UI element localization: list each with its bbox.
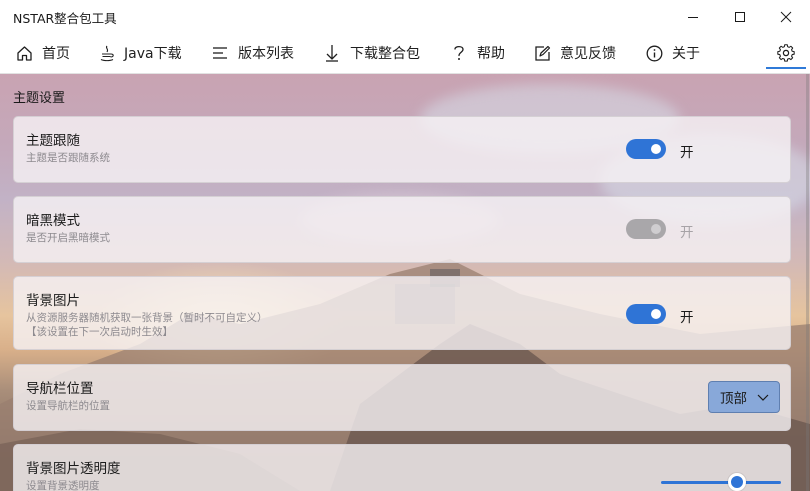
nav-item-feedback[interactable]: 意见反馈	[533, 33, 616, 73]
nav-label-help: 帮助	[477, 46, 505, 62]
nav-position-select[interactable]: 顶部	[708, 381, 780, 413]
setting-title: 背景图片	[26, 293, 80, 309]
title-bar: NSTAR整合包工具	[0, 0, 810, 33]
setting-card-dark-mode: 暗黑模式 是否开启黑暗模式 开	[13, 196, 791, 263]
chevron-down-icon	[757, 394, 769, 401]
gear-icon	[777, 44, 795, 62]
nav-label-download-modpack: 下载整合包	[350, 46, 420, 62]
setting-card-nav-position: 导航栏位置 设置导航栏的位置 顶部	[13, 364, 791, 431]
toggle-state-label: 开	[680, 310, 694, 326]
setting-description: 设置背景透明度	[26, 480, 100, 491]
setting-title: 主题跟随	[26, 133, 80, 149]
background-image-toggle[interactable]	[626, 304, 666, 324]
java-icon	[98, 44, 116, 62]
list-icon	[211, 44, 229, 62]
nav-item-home[interactable]: 首页	[15, 33, 70, 73]
setting-note: 【该设置在下一次启动时生效】	[26, 326, 173, 338]
setting-title: 导航栏位置	[26, 381, 94, 397]
nav-item-java-download[interactable]: Java下载	[98, 33, 182, 73]
dark-mode-toggle[interactable]	[626, 219, 666, 239]
info-icon	[645, 44, 663, 62]
app-window: NSTAR整合包工具 首页 Java下载 版本列表 下载整合包 帮助 意见反馈 …	[0, 0, 810, 491]
minimize-icon	[688, 16, 698, 18]
selected-value: 顶部	[720, 391, 747, 407]
nav-label-version-list: 版本列表	[238, 46, 294, 62]
nav-item-help[interactable]: 帮助	[450, 33, 505, 73]
setting-card-theme-follow: 主题跟随 主题是否跟随系统 开	[13, 116, 791, 183]
nav-item-download-modpack[interactable]: 下载整合包	[323, 33, 420, 73]
settings-page: 主题设置 主题跟随 主题是否跟随系统 开 暗黑模式 是否开启黑暗模式 开 背景图…	[0, 74, 810, 491]
setting-description: 从资源服务器随机获取一张背景（暂时不可自定义）	[26, 312, 268, 324]
nav-item-about[interactable]: 关于	[645, 33, 700, 73]
setting-card-background-image: 背景图片 从资源服务器随机获取一张背景（暂时不可自定义） 【该设置在下一次启动时…	[13, 276, 791, 350]
nav-label-java-download: Java下载	[124, 46, 182, 62]
nav-label-home: 首页	[42, 46, 70, 62]
toggle-state-label: 开	[680, 145, 694, 161]
window-title: NSTAR整合包工具	[13, 11, 117, 26]
setting-description: 主题是否跟随系统	[26, 152, 110, 164]
minimize-button[interactable]	[670, 0, 716, 33]
active-tab-indicator	[766, 67, 806, 69]
home-icon	[15, 44, 33, 62]
setting-title: 背景图片透明度	[26, 461, 121, 477]
setting-description: 是否开启黑暗模式	[26, 232, 110, 244]
feedback-icon	[533, 44, 551, 62]
nav-label-feedback: 意见反馈	[560, 46, 616, 62]
toggle-state-label: 开	[680, 225, 694, 241]
help-icon	[450, 44, 468, 62]
opacity-slider-thumb[interactable]	[727, 473, 746, 491]
nav-label-about: 关于	[672, 46, 700, 62]
close-icon	[780, 11, 792, 22]
maximize-icon	[735, 11, 745, 22]
download-icon	[323, 44, 341, 62]
setting-title: 暗黑模式	[26, 213, 80, 229]
scrollbar[interactable]	[806, 74, 809, 491]
setting-card-background-opacity: 背景图片透明度 设置背景透明度	[13, 444, 791, 491]
top-navigation: 首页 Java下载 版本列表 下载整合包 帮助 意见反馈 关于	[0, 33, 810, 74]
opacity-slider-track[interactable]	[661, 481, 781, 484]
theme-follow-toggle[interactable]	[626, 139, 666, 159]
setting-description: 设置导航栏的位置	[26, 400, 110, 412]
nav-item-version-list[interactable]: 版本列表	[211, 33, 294, 73]
close-button[interactable]	[763, 0, 809, 33]
section-title: 主题设置	[13, 91, 66, 106]
maximize-button[interactable]	[717, 0, 763, 33]
